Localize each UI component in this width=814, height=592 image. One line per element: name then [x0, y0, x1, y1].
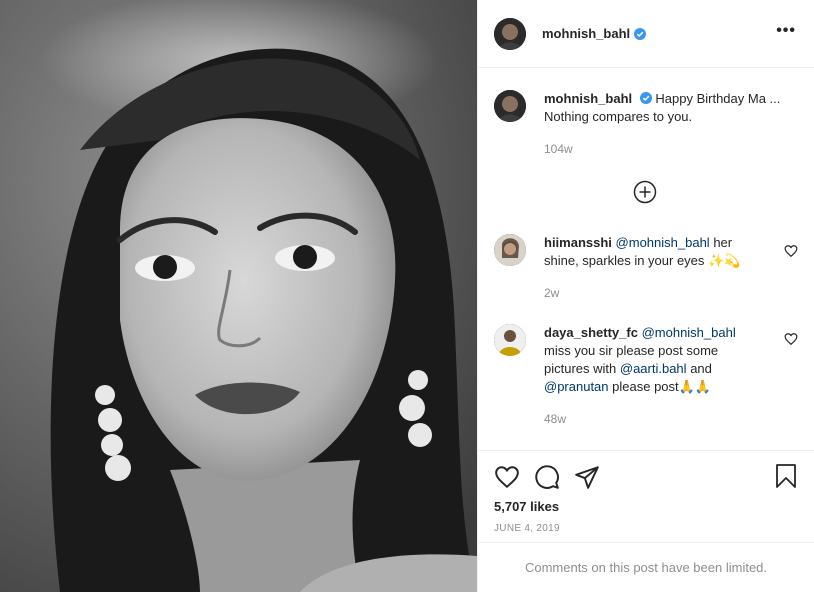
- avatar[interactable]: [494, 324, 526, 356]
- comment-text: please post🙏🙏: [612, 379, 712, 394]
- avatar-image: [494, 90, 526, 122]
- heart-icon[interactable]: [494, 464, 520, 490]
- comment-time[interactable]: 2w: [544, 284, 754, 302]
- heart-icon[interactable]: [784, 244, 798, 258]
- share-icon[interactable]: [574, 464, 600, 490]
- caption-username[interactable]: mohnish_bahl: [544, 91, 632, 106]
- post-photo[interactable]: [0, 0, 477, 592]
- load-more-comments-icon[interactable]: [633, 180, 657, 204]
- caption-body: mohnish_bahl Happy Birthday Ma ... Nothi…: [544, 90, 784, 158]
- comment-mention[interactable]: @pranutan: [544, 379, 609, 394]
- post-date[interactable]: JUNE 4, 2019: [494, 523, 798, 534]
- likes-count[interactable]: 5,707 likes: [494, 499, 798, 514]
- instagram-post-view: mohnish_bahl ••• mohnish_bahl Happy Birt…: [0, 0, 814, 592]
- comment-username[interactable]: hiimansshi: [544, 235, 612, 250]
- comment-mention[interactable]: @aarti.bahl: [620, 361, 687, 376]
- comment-body: daya_shetty_fc @mohnish_bahl miss you si…: [544, 324, 754, 428]
- avatar[interactable]: [494, 17, 526, 50]
- comment-item: hiimansshi @mohnish_bahl her shine, spar…: [494, 234, 798, 302]
- caption-time[interactable]: 104w: [544, 140, 784, 158]
- verified-badge-icon: [634, 27, 647, 40]
- comment-item: daya_shetty_fc @mohnish_bahl miss you si…: [494, 324, 798, 428]
- portrait-image: [0, 0, 477, 592]
- more-options-icon[interactable]: •••: [776, 22, 796, 40]
- verified-badge-icon: [639, 92, 652, 104]
- action-icons: [494, 451, 798, 499]
- comment-text: and: [690, 361, 712, 376]
- comment-body: hiimansshi @mohnish_bahl her shine, spar…: [544, 234, 754, 302]
- comment-icon[interactable]: [534, 464, 560, 490]
- heart-icon[interactable]: [784, 332, 798, 346]
- avatar-image: [494, 324, 526, 356]
- comment-username[interactable]: daya_shetty_fc: [544, 325, 638, 340]
- save-icon[interactable]: [774, 463, 798, 489]
- comment-mention[interactable]: @mohnish_bahl: [616, 235, 710, 250]
- post-caption: mohnish_bahl Happy Birthday Ma ... Nothi…: [494, 90, 798, 158]
- post-author-username[interactable]: mohnish_bahl: [542, 26, 630, 41]
- comment-mention[interactable]: @mohnish_bahl: [642, 325, 736, 340]
- post-header: mohnish_bahl •••: [478, 0, 814, 68]
- avatar[interactable]: [494, 234, 526, 266]
- post-side-panel: mohnish_bahl ••• mohnish_bahl Happy Birt…: [477, 0, 814, 592]
- post-actions: 5,707 likes JUNE 4, 2019: [478, 450, 814, 542]
- comments-limited-notice: Comments on this post have been limited.: [478, 542, 814, 592]
- comments-section: mohnish_bahl Happy Birthday Ma ... Nothi…: [478, 68, 814, 450]
- avatar[interactable]: [494, 90, 526, 122]
- comment-time[interactable]: 48w: [544, 410, 754, 428]
- avatar-image: [494, 17, 526, 50]
- avatar-image: [494, 234, 526, 266]
